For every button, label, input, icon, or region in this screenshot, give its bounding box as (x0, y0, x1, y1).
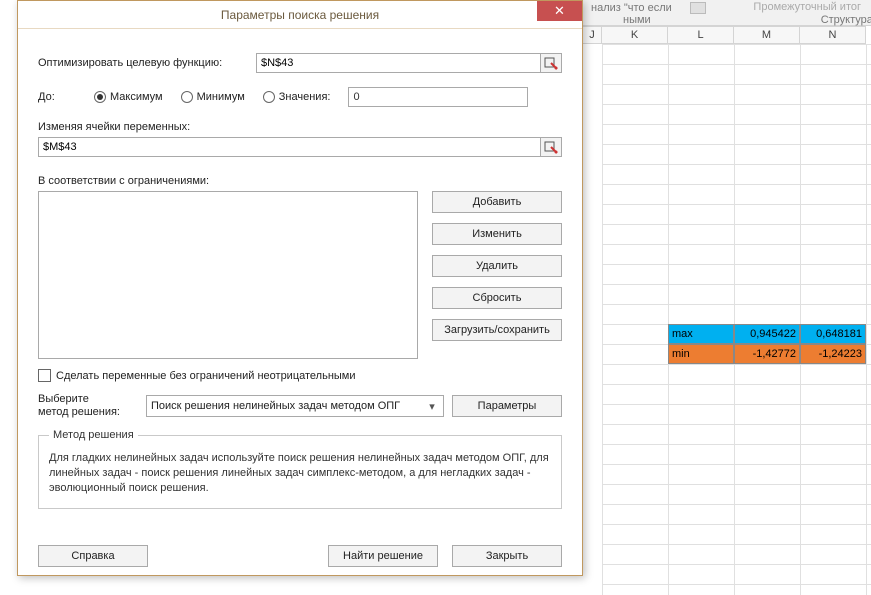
close-dialog-button[interactable]: Закрыть (452, 545, 562, 567)
ribbon-whatif[interactable]: нализ "что если (591, 2, 672, 14)
close-button[interactable]: ✕ (537, 1, 582, 21)
solve-button[interactable]: Найти решение (328, 545, 438, 567)
cell-min-n[interactable]: -1,24223 (800, 344, 866, 364)
changing-ref-button[interactable] (540, 137, 562, 157)
radio-dot-icon (181, 91, 193, 103)
cell-max-n[interactable]: 0,648181 (800, 324, 866, 344)
method-select[interactable]: Поиск решения нелинейных задач методом О… (146, 395, 444, 417)
row-min: min -1,42772 -1,24223 (668, 344, 866, 364)
constraints-area: Добавить Изменить Удалить Сбросить Загру… (38, 191, 562, 359)
changing-label: Изменяя ячейки переменных: (38, 121, 562, 133)
cells-area[interactable]: max 0,945422 0,648181 min -1,42772 -1,24… (602, 44, 871, 595)
checkbox-icon (38, 369, 51, 382)
gridlines (602, 44, 871, 595)
col-header-k[interactable]: K (602, 26, 668, 44)
radio-min-label: Минимум (197, 91, 245, 103)
method-row: Выберите метод решения: Поиск решения не… (38, 393, 562, 419)
help-button[interactable]: Справка (38, 545, 148, 567)
dialog-body: Оптимизировать целевую функцию: До: Макс… (18, 29, 582, 575)
loadsave-button[interactable]: Загрузить/сохранить (432, 319, 562, 341)
cell-max-label[interactable]: max (668, 324, 734, 344)
col-header-n[interactable]: N (800, 26, 866, 44)
method-legend: Метод решения (49, 429, 138, 441)
solver-dialog: Параметры поиска решения ✕ Оптимизироват… (17, 0, 583, 576)
ribbon-group2: Структура (821, 14, 871, 26)
chevron-down-icon: ▾ (425, 400, 439, 413)
add-button[interactable]: Добавить (432, 191, 562, 213)
objective-input[interactable] (256, 53, 541, 73)
nonneg-label: Сделать переменные без ограничений неотр… (56, 370, 356, 382)
radio-max-label: Максимум (110, 91, 163, 103)
ribbon-group-labels: ными Структура (583, 14, 871, 26)
dialog-title: Параметры поиска решения (18, 8, 582, 22)
params-button[interactable]: Параметры (452, 395, 562, 417)
row-max: max 0,945422 0,648181 (668, 324, 866, 344)
range-select-icon (544, 140, 558, 154)
cell-min-label[interactable]: min (668, 344, 734, 364)
close-icon: ✕ (554, 3, 565, 19)
col-header-m[interactable]: M (734, 26, 800, 44)
ribbon-whatif-label: нализ "что если (591, 2, 672, 14)
subtotal-icon (690, 2, 706, 14)
valueof-input[interactable] (348, 87, 528, 107)
method-description: Для гладких нелинейных задач используйте… (49, 451, 551, 496)
reset-button[interactable]: Сбросить (432, 287, 562, 309)
radio-valueof-label: Значения: (279, 91, 331, 103)
cell-max-m[interactable]: 0,945422 (734, 324, 800, 344)
changing-input[interactable] (38, 137, 541, 157)
ribbon-subtotal-label: Промежуточный итог (753, 1, 861, 13)
nonneg-checkbox[interactable]: Сделать переменные без ограничений неотр… (38, 369, 356, 382)
radio-valueof[interactable]: Значения: (263, 91, 331, 103)
radio-max[interactable]: Максимум (94, 91, 163, 103)
dialog-titlebar[interactable]: Параметры поиска решения ✕ (18, 1, 582, 29)
radio-dot-icon (263, 91, 275, 103)
method-fieldset: Метод решения Для гладких нелинейных зад… (38, 429, 562, 509)
objective-ref-button[interactable] (540, 53, 562, 73)
radio-min[interactable]: Минимум (181, 91, 245, 103)
constraints-label: В соответствии с ограничениями: (38, 175, 562, 187)
objective-row: Оптимизировать целевую функцию: (38, 53, 562, 73)
method-pick-label1: Выберите (38, 393, 138, 406)
method-pick-label2: метод решения: (38, 406, 138, 419)
constraints-buttons: Добавить Изменить Удалить Сбросить Загру… (432, 191, 562, 359)
ribbon-group1: ными (623, 14, 651, 26)
range-select-icon (544, 56, 558, 70)
col-header-l[interactable]: L (668, 26, 734, 44)
to-label: До: (38, 91, 86, 103)
constraints-list[interactable] (38, 191, 418, 359)
objective-label: Оптимизировать целевую функцию: (38, 57, 248, 69)
delete-button[interactable]: Удалить (432, 255, 562, 277)
method-selected-text: Поиск решения нелинейных задач методом О… (151, 400, 400, 412)
dialog-bottombar: Справка Найти решение Закрыть (38, 531, 562, 567)
change-button[interactable]: Изменить (432, 223, 562, 245)
to-row: До: Максимум Минимум Значения: (38, 87, 562, 107)
cell-min-m[interactable]: -1,42772 (734, 344, 800, 364)
radio-dot-icon (94, 91, 106, 103)
changing-row (38, 137, 562, 157)
col-header-j[interactable]: J (582, 26, 602, 44)
